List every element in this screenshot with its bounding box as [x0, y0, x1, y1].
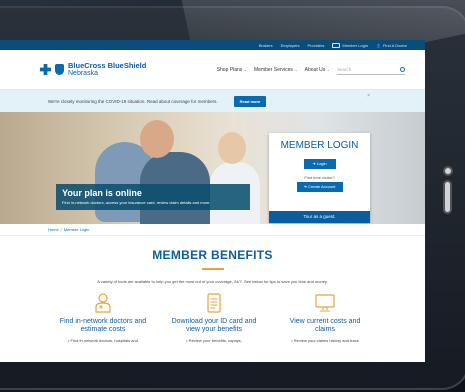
- hero-photo-doctor-face: [218, 132, 246, 164]
- breadcrumb: Home / Member Login: [0, 224, 425, 236]
- benefit-title[interactable]: View current costs and claims: [280, 318, 370, 334]
- nav-shop-plans[interactable]: Shop Plans ⌄: [217, 67, 247, 73]
- nav-member-services[interactable]: Member Services ⌄: [254, 67, 298, 73]
- main-nav: Shop Plans ⌄ Member Services ⌄ About Us …: [217, 65, 405, 75]
- site-header: BlueCross BlueShield Nebraska Shop Plans…: [0, 50, 425, 90]
- topbar-providers[interactable]: Providers: [308, 43, 325, 48]
- benefit-desc: • Review your claims history and track: [291, 338, 359, 344]
- brand-name: BlueCross BlueShield: [68, 61, 147, 71]
- topbar-brokers[interactable]: Brokers: [259, 43, 273, 48]
- covid-alert: We're closely monitoring the COVID-19 si…: [0, 90, 425, 112]
- brand-region: Nebraska: [68, 69, 98, 77]
- benefit-item: Download your ID card and view your bene…: [169, 293, 259, 343]
- shield-icon: [55, 64, 64, 75]
- benefit-item: Find in-network doctors and estimate cos…: [58, 293, 148, 343]
- hero-banner: Your plan is online Find in-network doct…: [0, 112, 425, 224]
- chevron-down-icon: ⌄: [294, 66, 298, 72]
- login-title: MEMBER LOGIN: [280, 140, 359, 151]
- benefit-columns: Find in-network doctors and estimate cos…: [0, 293, 425, 343]
- title-divider: [201, 268, 224, 270]
- monitor-icon: [280, 293, 370, 313]
- cross-icon: [40, 64, 51, 75]
- breadcrumb-home[interactable]: Home: [48, 227, 59, 232]
- hero-subtitle: Find in-network doctors, access your ins…: [62, 200, 211, 205]
- tablet-scene: Brokers Employers Providers Member Login…: [0, 0, 465, 392]
- benefit-desc: • Find in-network doctors, hospitals and: [68, 338, 138, 344]
- nav-about-us[interactable]: About Us ⌄: [305, 67, 330, 73]
- topbar-find-doctor[interactable]: 👤 Find A Doctor: [376, 43, 407, 48]
- guest-tour-link[interactable]: Tour as a guest.: [269, 211, 370, 223]
- topbar-member-login[interactable]: Member Login: [332, 42, 368, 48]
- search-input[interactable]: Search: [337, 65, 405, 75]
- brand-logo[interactable]: BlueCross BlueShield Nebraska: [40, 62, 146, 77]
- benefit-item: View current costs and claims • Review y…: [280, 293, 370, 343]
- alert-text: We're closely monitoring the COVID-19 si…: [48, 98, 218, 104]
- benefit-desc: • Review your benefits, copays,: [186, 338, 242, 344]
- first-time-label: First time visitor?: [304, 175, 335, 180]
- benefit-title[interactable]: Download your ID card and view your bene…: [169, 318, 259, 334]
- id-card-icon: [332, 42, 341, 48]
- plan-online-panel: Your plan is online Find in-network doct…: [56, 184, 250, 210]
- browser-screen: Brokers Employers Providers Member Login…: [0, 40, 425, 362]
- chevron-down-icon: ⌄: [243, 66, 248, 72]
- chevron-down-icon: ⌄: [326, 66, 330, 72]
- topbar-employers[interactable]: Employers: [281, 43, 300, 48]
- member-benefits-section: MEMBER BENEFITS A variety of tools are a…: [0, 236, 425, 343]
- member-login-card: MEMBER LOGIN ➜ Login First time visitor?…: [269, 133, 370, 223]
- benefit-title[interactable]: Find in-network doctors and estimate cos…: [58, 318, 148, 334]
- search-icon[interactable]: [400, 66, 405, 72]
- side-button: [445, 182, 450, 212]
- person-icon: 👤: [376, 42, 381, 48]
- hero-title: Your plan is online: [62, 188, 142, 198]
- hero-photo-face: [140, 120, 174, 158]
- breadcrumb-current: Member Login: [63, 227, 90, 232]
- close-icon[interactable]: ×: [367, 93, 370, 99]
- create-account-button[interactable]: ➜ Create Account: [296, 182, 343, 192]
- login-button[interactable]: ➜ Login: [303, 159, 336, 169]
- section-title: MEMBER BENEFITS: [152, 248, 273, 262]
- doctor-icon: [58, 293, 148, 313]
- utility-bar: Brokers Employers Providers Member Login…: [0, 40, 425, 50]
- read-more-button[interactable]: Read more: [233, 95, 267, 107]
- section-intro: A variety of tools are available to help…: [97, 279, 328, 284]
- id-card-icon: [169, 293, 259, 313]
- camera-dot: [445, 168, 451, 174]
